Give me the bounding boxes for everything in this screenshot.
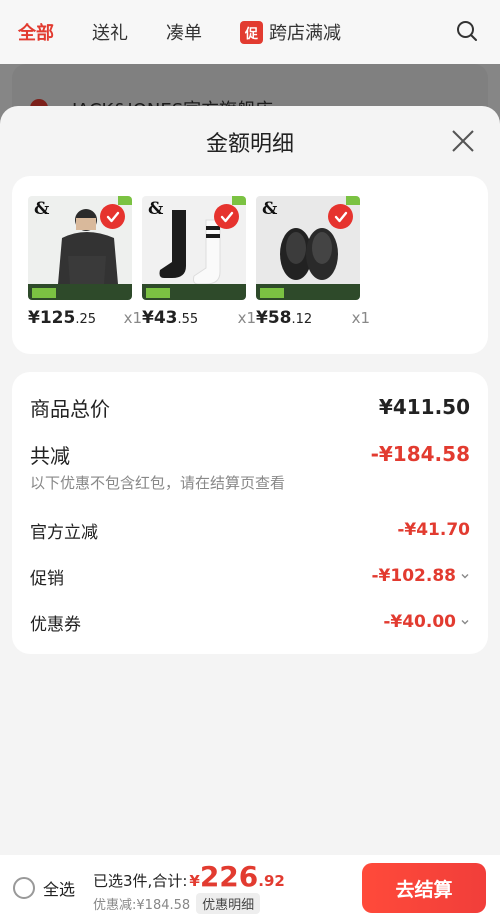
product-item[interactable]: & ¥43.55 x1 [142,196,256,354]
order-summary: 已选3件,合计: ¥ 226 .92 优惠减:¥184.58 优惠明细 [93,859,285,914]
selected-check-icon[interactable] [328,204,353,229]
total-reduction-value: -¥184.58 [370,442,470,466]
checkout-button[interactable]: 去结算 [362,863,486,913]
chevron-down-icon[interactable] [460,571,470,581]
total-reduction-row: 共减 -¥184.58 [30,438,470,470]
tab-gift[interactable]: 送礼 [92,19,128,45]
tab-cross-store-discount[interactable]: 促 跨店满减 [240,19,341,45]
official-discount-label: 官方立减 [30,522,98,543]
product-item[interactable]: & ¥125.25 x1 [28,196,142,354]
discount-detail-button[interactable]: 优惠明细 [196,892,261,914]
total-reduction-label: 共减 [30,443,70,468]
product-quantity: x1 [351,309,370,327]
promotion-row[interactable]: 促销 -¥102.88 [30,553,470,599]
product-list: & ¥125.25 x1 & ¥43.55 x1 & ¥58.12 x1 [12,176,488,354]
amount-detail-sheet: 金额明细 & ¥125.25 x1 & ¥43.55 x1 & ¥58.12 x… [0,106,500,856]
select-all-label[interactable]: 全选 [43,876,75,900]
sheet-title: 金额明细 [205,132,294,157]
selected-check-icon[interactable] [214,204,239,229]
total-amount-decimal: .92 [258,871,285,890]
product-item[interactable]: & ¥58.12 x1 [256,196,370,354]
coupon-row[interactable]: 优惠券 -¥40.00 [30,599,470,645]
close-icon[interactable] [450,128,476,154]
total-amount-integer: 226 [199,859,259,893]
official-discount-row: 官方立减 -¥41.70 [30,507,470,553]
promo-badge: 促 [240,20,264,44]
sheet-header: 金额明细 [0,106,500,178]
selected-count-text: 已选3件,合计: [93,871,188,890]
amount-breakdown: 商品总价 ¥411.50 共减 -¥184.58 以下优惠不包含红包，请在结算页… [12,372,488,654]
product-quantity: x1 [123,309,142,327]
chevron-down-icon[interactable] [460,617,470,627]
discount-summary: 优惠减:¥184.58 [93,897,191,913]
select-all-radio[interactable] [13,877,35,899]
product-quantity: x1 [237,309,256,327]
product-price: ¥125.25 [28,308,97,328]
total-price-row: 商品总价 ¥411.50 [30,372,470,442]
checkout-bar: 全选 已选3件,合计: ¥ 226 .92 优惠减:¥184.58 优惠明细 去… [0,855,500,921]
coupon-value: -¥40.00 [383,612,470,632]
official-discount-value: -¥41.70 [397,520,470,540]
product-price: ¥58.12 [256,308,313,328]
promotion-label: 促销 [30,568,64,589]
background-tab-bar: 全部 送礼 凑单 促 跨店满减 [0,0,500,64]
search-icon[interactable] [456,20,478,42]
total-price-value: ¥411.50 [378,395,470,419]
selected-check-icon[interactable] [100,204,125,229]
tab-combine-order[interactable]: 凑单 [166,19,202,45]
coupon-label: 优惠券 [30,614,81,635]
product-price: ¥43.55 [142,308,199,328]
promotion-value: -¥102.88 [372,566,471,586]
total-currency: ¥ [189,871,200,890]
total-price-label: 商品总价 [30,396,110,421]
reduction-note: 以下优惠不包含红包，请在结算页查看 [30,474,286,492]
tab-all[interactable]: 全部 [18,19,54,45]
